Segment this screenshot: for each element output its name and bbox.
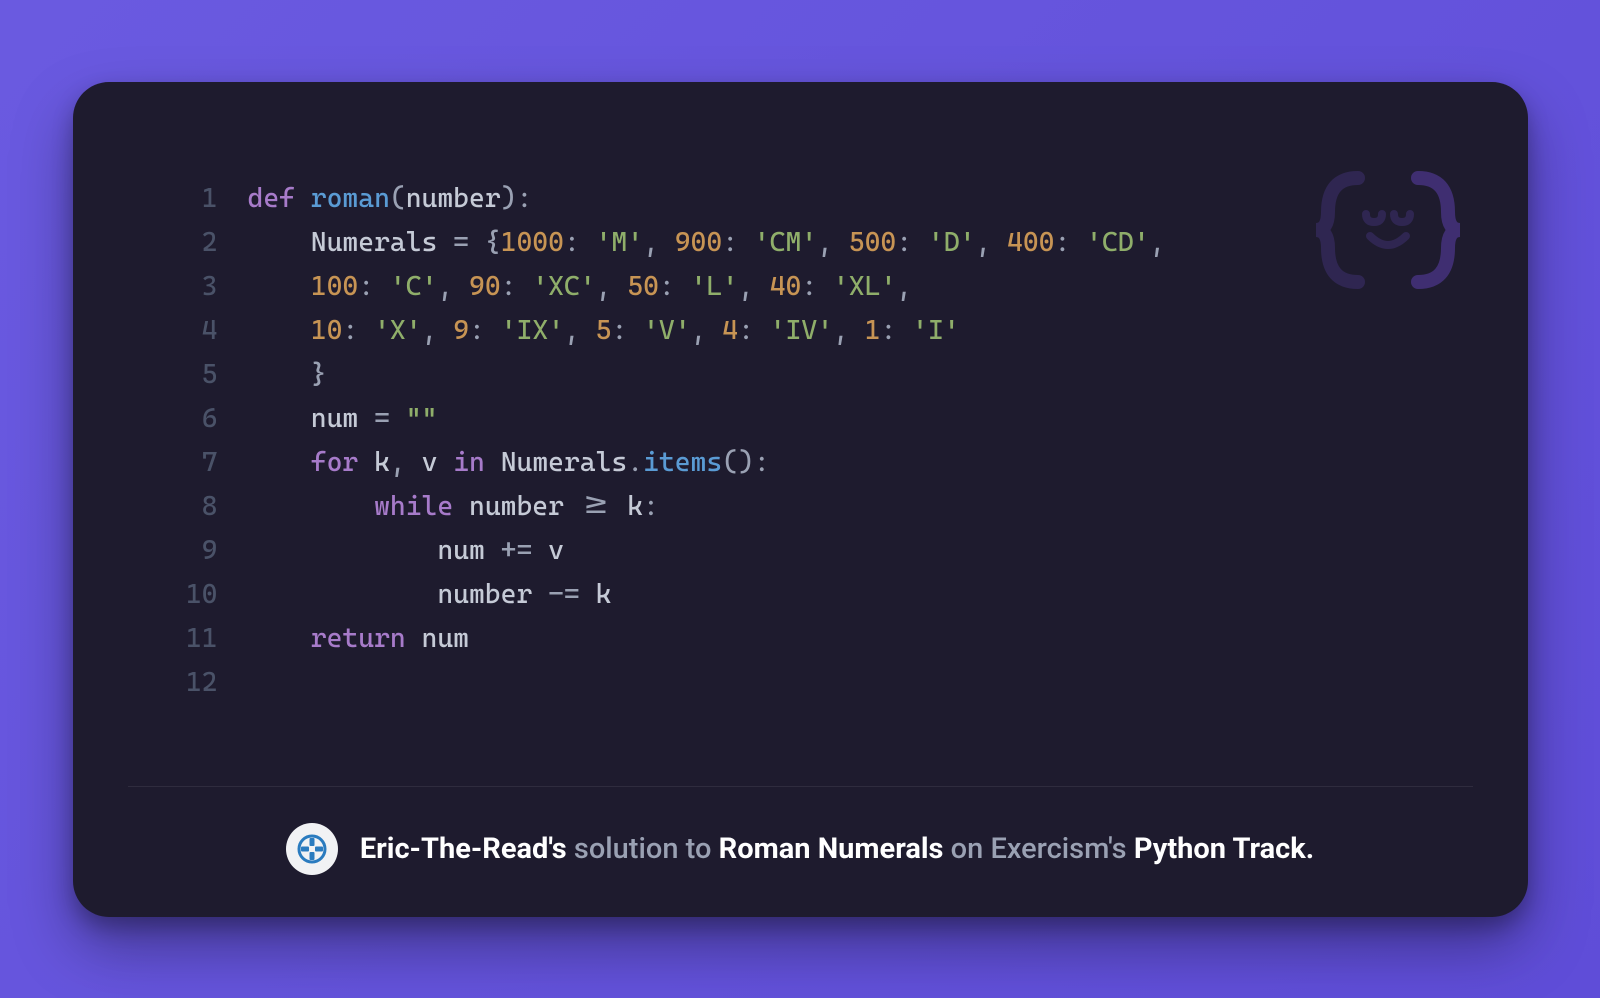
attribution-exercise: Roman Numerals — [719, 832, 944, 866]
code-card: 1def roman(number):2 Numerals = {1000: '… — [73, 82, 1528, 917]
line-number: 3 — [163, 265, 218, 309]
user-avatar-icon — [286, 823, 338, 875]
code-line: 8 while number >= k: — [163, 485, 1468, 529]
code-block[interactable]: 1def roman(number):2 Numerals = {1000: '… — [73, 82, 1528, 786]
code-line: 5 } — [163, 353, 1468, 397]
line-content: num += v — [248, 529, 564, 573]
line-content: while number >= k: — [248, 485, 659, 529]
code-line: 4 10: 'X', 9: 'IX', 5: 'V', 4: 'IV', 1: … — [163, 309, 1468, 353]
line-number: 11 — [163, 617, 218, 661]
code-line: 7 for k, v in Numerals.items(): — [163, 441, 1468, 485]
attribution-user: Eric-The-Read's — [360, 832, 567, 866]
line-number: 8 — [163, 485, 218, 529]
line-content: for k, v in Numerals.items(): — [248, 441, 770, 485]
line-number: 12 — [163, 661, 218, 705]
line-content: return num — [248, 617, 470, 661]
line-number: 9 — [163, 529, 218, 573]
line-content: number -= k — [248, 573, 612, 617]
line-number: 4 — [163, 309, 218, 353]
attribution-text: Eric-The-Read's solution to Roman Numera… — [360, 832, 1314, 866]
code-line: 3 100: 'C', 90: 'XC', 50: 'L', 40: 'XL', — [163, 265, 1468, 309]
line-number: 6 — [163, 397, 218, 441]
line-content: } — [248, 353, 327, 397]
line-number: 10 — [163, 573, 218, 617]
code-line: 1 def roman(number): — [163, 177, 1468, 221]
line-number: 5 — [163, 353, 218, 397]
code-line: 2 Numerals = {1000: 'M', 900: 'CM', 500:… — [163, 221, 1468, 265]
attribution-footer: Eric-The-Read's solution to Roman Numera… — [128, 786, 1473, 917]
code-line: 12 — [163, 661, 1468, 705]
attribution-w1: solution to — [567, 832, 719, 866]
line-content: Numerals = {1000: 'M', 900: 'CM', 500: '… — [248, 221, 1166, 265]
line-content: def roman(number): — [248, 177, 533, 221]
code-line: 9 num += v — [163, 529, 1468, 573]
code-line: 10 number -= k — [163, 573, 1468, 617]
line-number: 1 — [163, 177, 218, 221]
line-number: 2 — [163, 221, 218, 265]
code-line: 11 return num — [163, 617, 1468, 661]
line-content: num = "" — [248, 397, 438, 441]
line-content: 10: 'X', 9: 'IX', 5: 'V', 4: 'IV', 1: 'I… — [248, 309, 960, 353]
line-content: 100: 'C', 90: 'XC', 50: 'L', 40: 'XL', — [248, 265, 913, 309]
attribution-w2: on Exercism's — [943, 832, 1133, 866]
attribution-track: Python Track. — [1134, 832, 1314, 866]
line-number: 7 — [163, 441, 218, 485]
code-line: 6 num = "" — [163, 397, 1468, 441]
